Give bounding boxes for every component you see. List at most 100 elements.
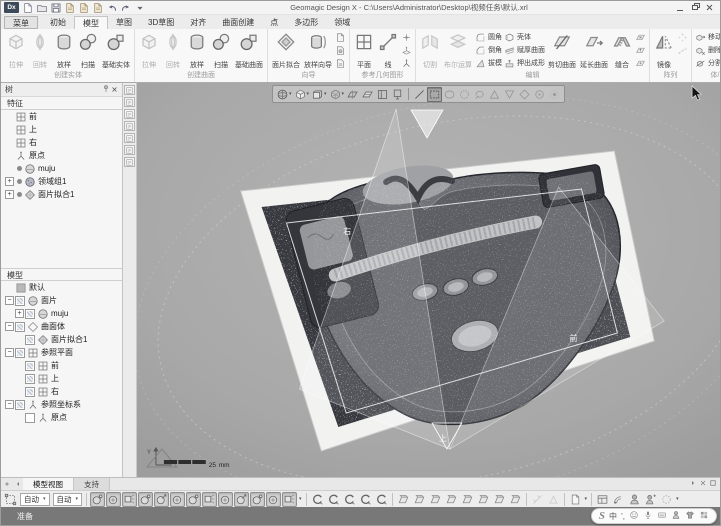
- wireframe-mode-button[interactable]: [328, 87, 343, 102]
- ribbon-chamfer-button[interactable]: 倒角: [474, 44, 503, 57]
- tree-item[interactable]: + 面片拟合1: [1, 188, 122, 201]
- sel2-toggle-button[interactable]: [218, 491, 234, 507]
- collapse-icon[interactable]: −: [5, 322, 14, 331]
- ribbon-sweep-wizard-button[interactable]: [334, 57, 347, 70]
- ribbon-loft-wizard-button[interactable]: 放样向导: [302, 30, 334, 71]
- maximize-view-button[interactable]: [709, 479, 717, 489]
- docked-panel-tab[interactable]: [124, 85, 135, 95]
- fold-toggle-button[interactable]: [428, 492, 443, 507]
- model-section-header[interactable]: 模型: [1, 268, 122, 281]
- tree-item[interactable]: 上: [1, 372, 122, 385]
- float-panel-button[interactable]: [1, 478, 12, 490]
- ribbon-ref-coordinate-button[interactable]: [400, 57, 413, 70]
- skin-button[interactable]: [685, 510, 695, 522]
- sel2-toggle-button[interactable]: [170, 491, 186, 507]
- docked-panel-tab[interactable]: [124, 121, 135, 131]
- keyboard-button[interactable]: [657, 510, 667, 522]
- viewport-3d[interactable]: 右 前 上 Y 25 mm ▾ ▾ ▾ ▾: [137, 83, 720, 477]
- rectangle-select-button[interactable]: [427, 86, 443, 102]
- save-file-button[interactable]: [49, 2, 62, 14]
- expand-icon[interactable]: +: [15, 309, 24, 318]
- sel1-toggle-button[interactable]: [90, 491, 106, 507]
- docpage-toggle-button[interactable]: [568, 492, 583, 507]
- ghost-toggle-button[interactable]: [659, 492, 674, 507]
- tree-item[interactable]: − 参照坐标系: [1, 398, 122, 411]
- sogou-logo-icon[interactable]: S: [599, 510, 605, 522]
- shading-mode-dropdown[interactable]: ▾: [307, 91, 310, 97]
- ribbon-mesh-fit-button[interactable]: 面片拟合: [270, 30, 302, 71]
- tab-模型[interactable]: 模型: [74, 16, 108, 29]
- ribbon-thicken-surface-button[interactable]: 赋厚曲面: [503, 44, 546, 57]
- scroll-left-button[interactable]: [12, 478, 23, 490]
- visibility-checkbox[interactable]: [25, 360, 35, 371]
- visibility-checkbox[interactable]: [15, 295, 25, 306]
- view-tab-other[interactable]: 支持: [74, 478, 110, 490]
- sel1-toggle-button[interactable]: [186, 491, 202, 507]
- group-dropdown[interactable]: ▾: [585, 496, 588, 502]
- tab-3D草图[interactable]: 3D草图: [140, 16, 182, 29]
- fold-toggle-button[interactable]: [460, 492, 475, 507]
- shading-mode-button[interactable]: [293, 87, 308, 102]
- ribbon-primitive-solid-button[interactable]: 基础实体: [100, 30, 132, 71]
- collapse-icon[interactable]: −: [5, 348, 14, 357]
- visibility-dot-icon[interactable]: [17, 179, 22, 184]
- docked-panel-tab[interactable]: [124, 145, 135, 155]
- visibility-checkbox[interactable]: [15, 321, 25, 332]
- line-select-button[interactable]: [412, 87, 427, 102]
- snap-mode-combo[interactable]: 自动 ▾: [52, 492, 83, 506]
- ribbon-extend-surface-button[interactable]: 延长曲面: [578, 30, 610, 71]
- docked-panel-tab[interactable]: [124, 109, 135, 119]
- ribbon-extrude-form-button[interactable]: 押出成形: [503, 57, 546, 70]
- fold-toggle-button[interactable]: [444, 492, 459, 507]
- tab-初始[interactable]: 初始: [42, 16, 74, 29]
- redo-button[interactable]: [119, 2, 132, 14]
- tree-item[interactable]: 前: [1, 110, 122, 123]
- pin-panel-button[interactable]: [101, 84, 111, 96]
- tree-item[interactable]: − 面片: [1, 294, 122, 307]
- expand-icon[interactable]: +: [5, 177, 14, 186]
- snap-toggle-button[interactable]: [326, 492, 341, 507]
- ribbon-delete-body-button[interactable]: 删除体: [694, 44, 720, 57]
- view-orientation-button[interactable]: [275, 87, 290, 102]
- docked-panel-tab[interactable]: [124, 133, 135, 143]
- customize-toolbar-button[interactable]: [133, 2, 146, 14]
- ribbon-delete-face-button[interactable]: [634, 31, 647, 44]
- ribbon-sweep-surface-button[interactable]: 扫描: [209, 30, 233, 71]
- wireframe-mode-dropdown[interactable]: ▾: [342, 91, 345, 97]
- ribbon-shell-button[interactable]: 壳体: [503, 31, 546, 44]
- minimize-button[interactable]: [672, 2, 687, 14]
- sel2-toggle-button[interactable]: [266, 491, 282, 507]
- tree-item[interactable]: 默认: [1, 281, 122, 294]
- ribbon-sweep-solid-button[interactable]: 扫描: [76, 30, 100, 71]
- docked-panel-tab[interactable]: [124, 97, 135, 107]
- tab-多边形[interactable]: 多边形: [286, 16, 326, 29]
- expand-icon[interactable]: +: [5, 190, 14, 199]
- ribbon-revolve-wizard-button[interactable]: [334, 44, 347, 57]
- ribbon-mirror-button[interactable]: 镜像: [652, 30, 676, 71]
- new-document-button[interactable]: [21, 2, 34, 14]
- tab-点[interactable]: 点: [262, 16, 286, 29]
- close-button[interactable]: [702, 2, 717, 14]
- person-button[interactable]: [671, 510, 681, 522]
- chinese-mode-icon[interactable]: 中: [609, 511, 617, 522]
- export-file-button[interactable]: [77, 2, 90, 14]
- ribbon-loft-surface-button[interactable]: 放样: [185, 30, 209, 71]
- ribbon-move-body-button[interactable]: 移动体: [694, 31, 720, 44]
- close-panel-button[interactable]: [112, 87, 118, 93]
- docked-panel-tab[interactable]: [124, 157, 135, 167]
- visibility-checkbox[interactable]: [25, 308, 35, 319]
- sel4-toggle-button[interactable]: [154, 491, 170, 507]
- mic-button[interactable]: [643, 510, 653, 522]
- ribbon-draft-button[interactable]: 拔模: [474, 57, 503, 70]
- fold-toggle-button[interactable]: [412, 492, 427, 507]
- tree-item[interactable]: + muju: [1, 307, 122, 320]
- group-dropdown[interactable]: ▾: [299, 496, 302, 502]
- tree-item[interactable]: 右: [1, 385, 122, 398]
- ribbon-match-face-button[interactable]: [634, 57, 647, 70]
- view-orientation-dropdown[interactable]: ▾: [289, 91, 292, 97]
- snap-toggle-button[interactable]: [342, 492, 357, 507]
- ribbon-split-face-button[interactable]: 分割面: [694, 57, 720, 70]
- tree-item[interactable]: 原点: [1, 411, 122, 424]
- tree-item[interactable]: 原点: [1, 149, 122, 162]
- tab-曲面创建[interactable]: 曲面创建: [214, 16, 262, 29]
